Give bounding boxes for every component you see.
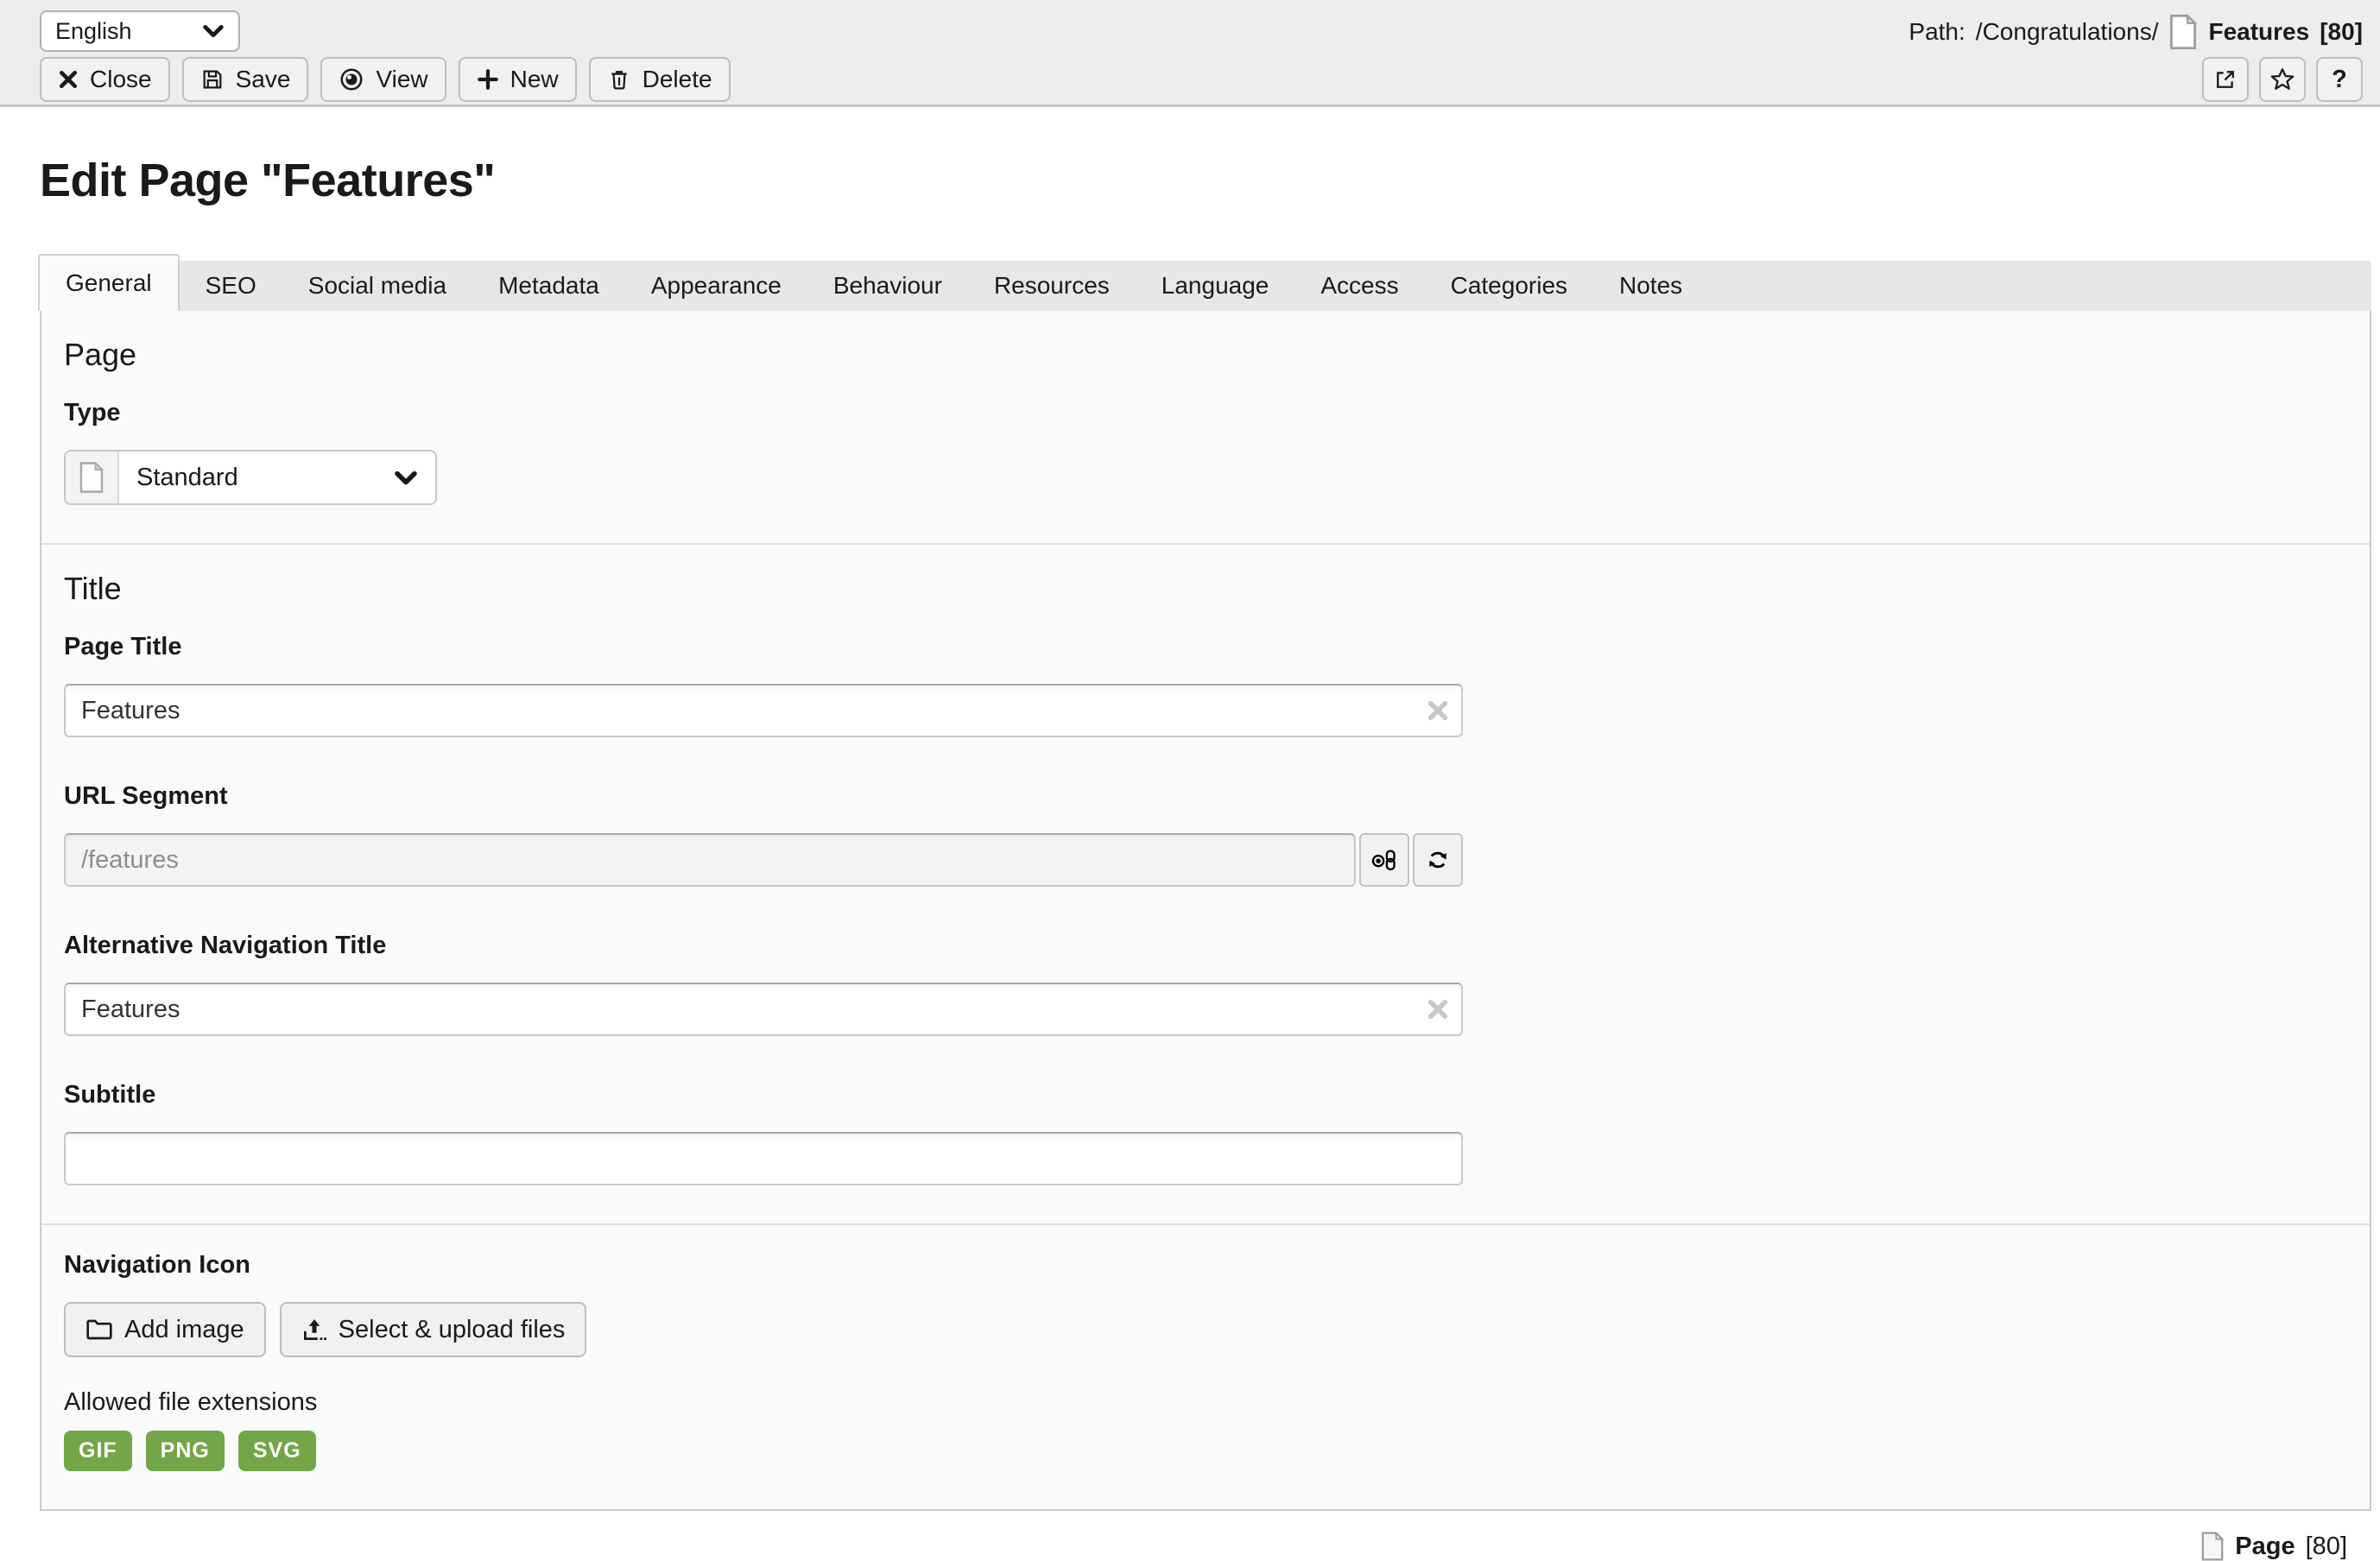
select-upload-files-button-label: Select & upload files xyxy=(339,1316,566,1344)
view-button-label: View xyxy=(376,66,427,93)
toolbar: Close Save View xyxy=(40,57,731,102)
tab-metadata[interactable]: Metadata xyxy=(472,261,625,311)
extension-badges: GIF PNG SVG xyxy=(64,1431,2347,1471)
tab-notes[interactable]: Notes xyxy=(1593,261,1708,311)
alt-nav-title-label: Alternative Navigation Title xyxy=(64,932,2347,960)
favorite-button[interactable] xyxy=(2259,57,2306,102)
section-page: Page Type Standard xyxy=(41,311,2370,543)
topbar: English Path: /Congratulations/ Features… xyxy=(0,0,2380,107)
path-label: Path: xyxy=(1908,18,1965,46)
tab-social-media[interactable]: Social media xyxy=(282,261,472,311)
star-icon xyxy=(2269,66,2295,92)
extension-badge-svg: SVG xyxy=(238,1431,316,1471)
plus-icon xyxy=(477,68,499,91)
url-regenerate-button[interactable] xyxy=(1413,833,1463,887)
file-page-icon xyxy=(79,461,104,494)
page-title-label: Page Title xyxy=(64,633,2347,661)
new-button[interactable]: New xyxy=(459,57,577,102)
eye-link-icon xyxy=(1371,848,1397,872)
subtitle-label: Subtitle xyxy=(64,1081,2347,1109)
entity-name: Features xyxy=(2208,18,2309,46)
help-button[interactable]: ? xyxy=(2316,57,2363,102)
upload-icon xyxy=(301,1317,327,1343)
x-icon xyxy=(58,69,79,90)
chevron-down-icon xyxy=(394,470,418,486)
extension-badge-png: PNG xyxy=(146,1431,225,1471)
tab-categories[interactable]: Categories xyxy=(1425,261,1593,311)
page-title-input[interactable] xyxy=(64,684,1463,737)
add-image-button[interactable]: Add image xyxy=(64,1302,266,1357)
open-external-button[interactable] xyxy=(2202,57,2249,102)
save-button[interactable]: Save xyxy=(182,57,309,102)
tab-bar: General SEO Social media Metadata Appear… xyxy=(40,261,2371,311)
clear-x-icon[interactable] xyxy=(1427,699,1449,722)
tab-language[interactable]: Language xyxy=(1136,261,1295,311)
field-alt-nav-title: Alternative Navigation Title xyxy=(64,932,2347,1036)
tab-resources[interactable]: Resources xyxy=(968,261,1136,311)
url-preview-button[interactable] xyxy=(1359,833,1409,887)
type-label: Type xyxy=(64,399,2347,427)
quick-actions: ? xyxy=(2202,57,2363,102)
section-title-heading: Title xyxy=(64,571,2347,607)
close-button-label: Close xyxy=(90,66,152,93)
path-value: /Congratulations/ xyxy=(1976,18,2159,46)
chevron-down-icon xyxy=(202,23,225,39)
footer-entity-name: Page xyxy=(2235,1533,2295,1561)
breadcrumb: Path: /Congratulations/ Features [80] xyxy=(1908,14,2363,50)
tab-appearance[interactable]: Appearance xyxy=(625,261,807,311)
tab-behaviour[interactable]: Behaviour xyxy=(807,261,968,311)
url-segment-label: URL Segment xyxy=(64,782,2347,811)
allowed-file-extensions-label: Allowed file extensions xyxy=(64,1388,2347,1417)
navigation-icon-label: Navigation Icon xyxy=(64,1251,2347,1280)
page-type-icon-cell xyxy=(66,452,119,503)
language-select[interactable]: English xyxy=(40,10,240,52)
url-segment-input[interactable] xyxy=(64,833,1356,887)
delete-button-label: Delete xyxy=(642,66,712,93)
file-page-icon xyxy=(2168,14,2198,50)
alt-nav-title-input[interactable] xyxy=(64,983,1463,1036)
main-area: General SEO Social media Metadata Appear… xyxy=(40,261,2371,1561)
page-type-value: Standard xyxy=(136,464,238,492)
eye-icon xyxy=(339,66,364,92)
file-page-icon xyxy=(2200,1532,2225,1561)
add-image-button-label: Add image xyxy=(124,1316,244,1344)
select-upload-files-button[interactable]: Select & upload files xyxy=(280,1302,587,1357)
open-external-icon xyxy=(2213,67,2238,92)
new-button-label: New xyxy=(510,66,559,93)
entity-id: [80] xyxy=(2320,18,2363,46)
tab-general[interactable]: General xyxy=(38,254,180,311)
save-button-label: Save xyxy=(236,66,291,93)
clear-x-icon[interactable] xyxy=(1427,998,1449,1021)
section-navigation-icon: Navigation Icon Add image xyxy=(41,1223,2370,1509)
page-type-select[interactable]: Standard xyxy=(64,450,437,505)
section-title: Title Page Title URL Segment xyxy=(41,543,2370,1223)
field-page-title: Page Title xyxy=(64,633,2347,737)
question-mark-icon: ? xyxy=(2332,66,2347,94)
view-button[interactable]: View xyxy=(320,57,446,102)
field-url-segment: URL Segment xyxy=(64,782,2347,887)
extension-badge-gif: GIF xyxy=(64,1431,132,1471)
entity-footer: Page [80] xyxy=(40,1532,2347,1561)
tab-seo[interactable]: SEO xyxy=(180,261,282,311)
floppy-disk-icon xyxy=(200,67,225,92)
section-page-heading: Page xyxy=(64,337,2347,373)
refresh-icon xyxy=(1425,847,1451,873)
page-title: Edit Page "Features" xyxy=(40,154,2380,207)
language-select-value: English xyxy=(55,18,132,45)
tab-panel-general: Page Type Standard xyxy=(40,311,2371,1511)
footer-entity-id: [80] xyxy=(2306,1533,2347,1561)
close-button[interactable]: Close xyxy=(40,57,170,102)
tab-access[interactable]: Access xyxy=(1294,261,1424,311)
delete-button[interactable]: Delete xyxy=(589,57,731,102)
field-subtitle: Subtitle xyxy=(64,1081,2347,1185)
subtitle-input[interactable] xyxy=(64,1132,1463,1185)
folder-icon xyxy=(85,1318,113,1341)
trash-icon xyxy=(607,67,631,92)
